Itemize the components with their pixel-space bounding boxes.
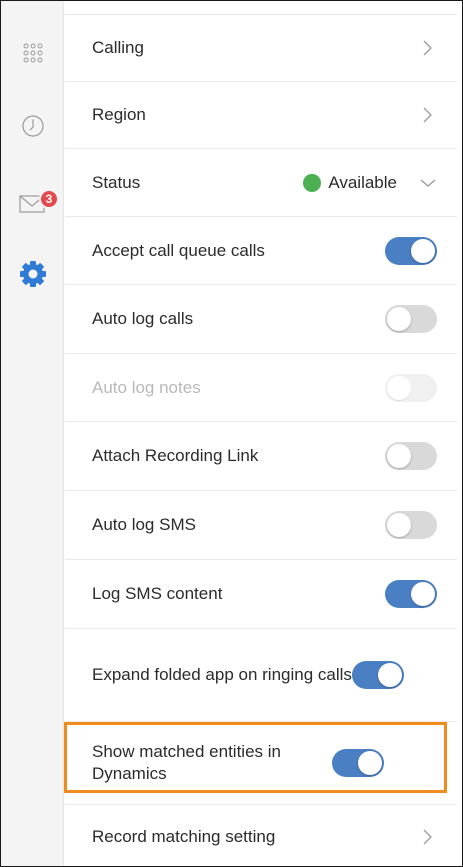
chevron-right-icon xyxy=(419,39,437,57)
chevron-right-icon xyxy=(419,106,437,124)
status-value: Available xyxy=(328,172,397,192)
row-label: Calling xyxy=(92,38,144,57)
accept-queue-calls-toggle[interactable] xyxy=(385,236,437,265)
settings-gear-icon[interactable] xyxy=(1,259,64,289)
messages-badge: 3 xyxy=(39,189,59,209)
row-label: Expand folded app on ringing calls xyxy=(92,665,352,684)
row-label: Status xyxy=(92,172,141,192)
row-label: Region xyxy=(92,105,146,124)
row-label: Auto log notes xyxy=(92,377,201,397)
sidebar-nav: 3 xyxy=(1,1,64,866)
settings-row-auto-log-calls: Auto log calls xyxy=(65,285,457,354)
chevron-down-icon[interactable] xyxy=(419,174,437,192)
settings-list: Calling Region Status Available Accept c… xyxy=(65,14,457,846)
settings-row-record-matching[interactable]: Record matching setting xyxy=(65,805,457,867)
auto-log-calls-toggle[interactable] xyxy=(385,305,437,333)
settings-row-region[interactable]: Region xyxy=(65,82,457,149)
history-clock-icon[interactable] xyxy=(1,113,64,139)
row-label: Record matching setting xyxy=(92,826,276,846)
settings-row-auto-log-sms: Auto log SMS xyxy=(65,491,457,560)
row-label: Log SMS content xyxy=(92,584,223,603)
highlight-box xyxy=(64,722,447,793)
settings-row-calling[interactable]: Calling xyxy=(65,15,457,82)
settings-row-attach-recording-link: Attach Recording Link xyxy=(65,422,457,491)
chevron-right-icon xyxy=(419,828,437,846)
settings-row-expand-folded-app: Expand folded app on ringing calls xyxy=(65,629,457,722)
settings-row-accept-queue-calls: Accept call queue calls xyxy=(65,217,457,285)
attach-recording-link-toggle[interactable] xyxy=(385,442,437,470)
settings-row-log-sms-content: Log SMS content xyxy=(65,560,457,629)
settings-row-auto-log-notes: Auto log notes xyxy=(65,354,457,422)
status-available-dot xyxy=(303,173,322,192)
auto-log-sms-toggle[interactable] xyxy=(385,511,437,539)
status-dropdown[interactable]: Available xyxy=(303,173,397,193)
row-label: Auto log SMS xyxy=(92,515,196,534)
settings-row-status[interactable]: Status Available xyxy=(65,149,457,217)
dialpad-icon[interactable] xyxy=(1,41,64,65)
row-label: Auto log calls xyxy=(92,309,194,328)
expand-folded-app-toggle[interactable] xyxy=(352,661,404,689)
auto-log-notes-toggle xyxy=(385,373,437,402)
row-label: Accept call queue calls xyxy=(92,240,265,260)
log-sms-content-toggle[interactable] xyxy=(385,580,437,608)
row-label: Attach Recording Link xyxy=(92,446,259,465)
